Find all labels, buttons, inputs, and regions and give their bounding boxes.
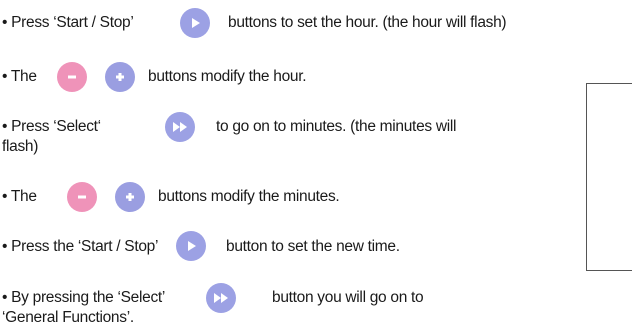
instruction-3: • Press ‘Select‘	[2, 118, 101, 135]
start-stop-button[interactable]	[180, 8, 210, 38]
minus-button[interactable]	[57, 62, 87, 92]
instruction-6-after: button you will go on to	[272, 289, 424, 306]
display-panel	[586, 83, 632, 271]
instruction-2-after: buttons modify the hour.	[148, 68, 307, 85]
instruction-4-after: buttons modify the minutes.	[158, 188, 340, 205]
fast-forward-icon	[173, 122, 187, 132]
instruction-3-cont: flash)	[2, 138, 39, 155]
play-icon	[192, 18, 200, 28]
instruction-1: • Press ‘Start / Stop’	[2, 14, 134, 32]
instruction-6-cont: ‘General Functions’.	[2, 309, 134, 326]
start-stop-button-2[interactable]	[176, 231, 206, 261]
instruction-2: • The	[2, 68, 37, 85]
plus-button[interactable]	[105, 62, 135, 92]
minus-button-2[interactable]	[67, 182, 97, 212]
select-button[interactable]	[165, 112, 195, 142]
plus-icon	[126, 193, 134, 201]
instruction-1-text-before: • Press ‘Start / Stop’	[2, 14, 134, 31]
plus-button-2[interactable]	[115, 182, 145, 212]
play-icon	[188, 241, 196, 251]
instruction-6: • By pressing the ‘Select’	[2, 289, 166, 306]
instruction-5-after: button to set the new time.	[226, 238, 400, 255]
instruction-4: • The	[2, 188, 37, 205]
instruction-1-after: buttons to set the hour. (the hour will …	[228, 14, 507, 31]
select-button-2[interactable]	[206, 283, 236, 313]
instruction-5: • Press the ‘Start / Stop’	[2, 238, 159, 255]
minus-icon	[68, 75, 76, 79]
minus-icon	[78, 195, 86, 199]
instruction-3-after: to go on to minutes. (the minutes will	[216, 118, 457, 135]
fast-forward-icon	[214, 293, 228, 303]
plus-icon	[116, 73, 124, 81]
